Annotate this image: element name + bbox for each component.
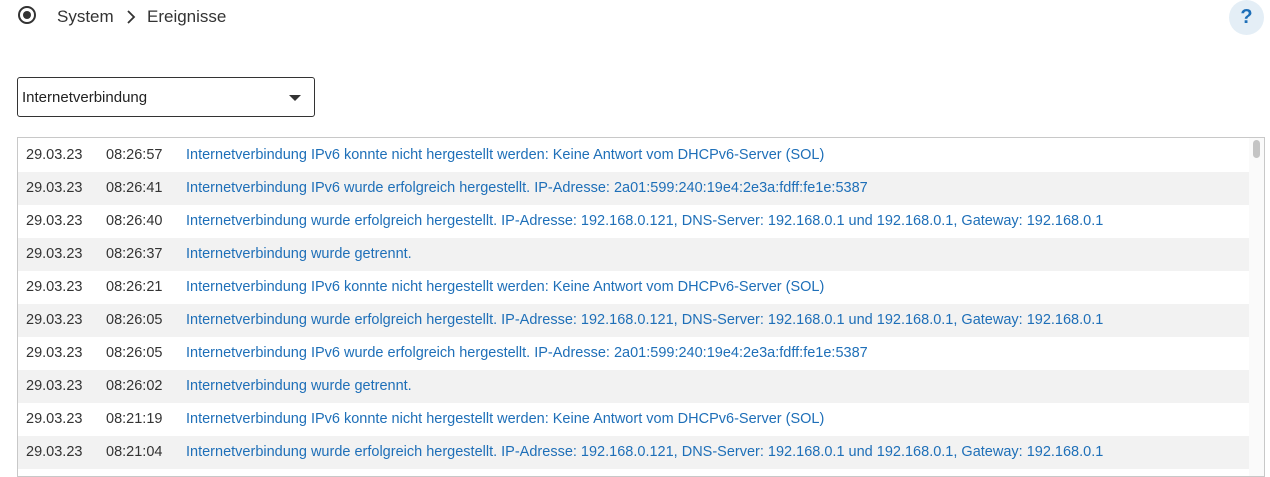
page-header: System Ereignisse ?: [0, 0, 1270, 36]
event-message-link[interactable]: Internetverbindung wurde erfolgreich her…: [186, 205, 1103, 238]
event-message-link[interactable]: Internetverbindung wurde getrennt.: [186, 238, 412, 271]
event-time: 08:26:40: [106, 213, 163, 229]
event-log-scrollbar[interactable]: [1249, 138, 1264, 476]
event-filter-value: Internetverbindung: [22, 89, 148, 106]
event-log: 29.03.23 08:26:57 Internetverbindung IPv6 …: [17, 137, 1265, 477]
event-filter-select[interactable]: Internetverbindung: [17, 77, 315, 117]
event-date: 29.03.23: [26, 345, 83, 361]
event-time: 08:26:41: [106, 180, 163, 196]
event-date: 29.03.23: [26, 180, 83, 196]
chevron-right-icon: [127, 10, 136, 24]
event-time: 08:26:05: [106, 345, 163, 361]
event-date: 29.03.23: [26, 147, 83, 163]
event-message-link[interactable]: Internetverbindung IPv6 wurde erfolgreic…: [186, 172, 868, 205]
event-time: 08:26:05: [106, 312, 163, 328]
event-time: 08:26:21: [106, 279, 163, 295]
event-message-link[interactable]: Internetverbindung IPv6 wurde erfolgreic…: [186, 337, 868, 370]
event-date: 29.03.23: [26, 411, 83, 427]
help-button[interactable]: ?: [1229, 0, 1264, 35]
event-time: 08:21:19: [106, 411, 163, 427]
event-row: 29.03.23 08:26:21 Internetverbindung IPv6 …: [18, 271, 1249, 304]
scrollbar-thumb[interactable]: [1253, 140, 1260, 158]
event-time: 08:26:37: [106, 246, 163, 262]
event-row: 29.03.23 08:26:41 Internetverbindung IPv6 …: [18, 172, 1249, 205]
event-date: 29.03.23: [26, 213, 83, 229]
event-row: 29.03.23 08:21:04 Internetverbindung wurde…: [18, 436, 1249, 469]
radio-dot-icon: [18, 6, 36, 24]
event-row: 29.03.23 08:26:02 Internetverbindung wurde…: [18, 370, 1249, 403]
breadcrumb-system[interactable]: System: [57, 7, 114, 27]
event-list: 29.03.23 08:26:57 Internetverbindung IPv6 …: [18, 139, 1249, 469]
event-date: 29.03.23: [26, 246, 83, 262]
event-row: 29.03.23 08:26:40 Internetverbindung wurde…: [18, 205, 1249, 238]
breadcrumb-events: Ereignisse: [147, 7, 227, 26]
event-row: 29.03.23 08:26:37 Internetverbindung wurde…: [18, 238, 1249, 271]
event-date: 29.03.23: [26, 444, 83, 460]
event-message-link[interactable]: Internetverbindung IPv6 konnte nicht her…: [186, 271, 824, 304]
event-time: 08:21:04: [106, 444, 163, 460]
event-date: 29.03.23: [26, 378, 83, 394]
event-row: 29.03.23 08:26:05 Internetverbindung IPv6 …: [18, 337, 1249, 370]
event-message-link[interactable]: Internetverbindung wurde getrennt.: [186, 370, 412, 403]
event-message-link[interactable]: Internetverbindung IPv6 konnte nicht her…: [186, 403, 824, 436]
event-message-link[interactable]: Internetverbindung IPv6 konnte nicht her…: [186, 139, 824, 172]
event-message-link[interactable]: Internetverbindung wurde erfolgreich her…: [186, 304, 1103, 337]
event-row: 29.03.23 08:26:05 Internetverbindung wurde…: [18, 304, 1249, 337]
caret-down-icon: [289, 95, 301, 101]
event-message-link[interactable]: Internetverbindung wurde erfolgreich her…: [186, 436, 1103, 469]
event-row: 29.03.23 08:26:57 Internetverbindung IPv6 …: [18, 139, 1249, 172]
event-date: 29.03.23: [26, 279, 83, 295]
event-time: 08:26:57: [106, 147, 163, 163]
event-row: 29.03.23 08:21:19 Internetverbindung IPv6 …: [18, 403, 1249, 436]
event-time: 08:26:02: [106, 378, 163, 394]
event-date: 29.03.23: [26, 312, 83, 328]
